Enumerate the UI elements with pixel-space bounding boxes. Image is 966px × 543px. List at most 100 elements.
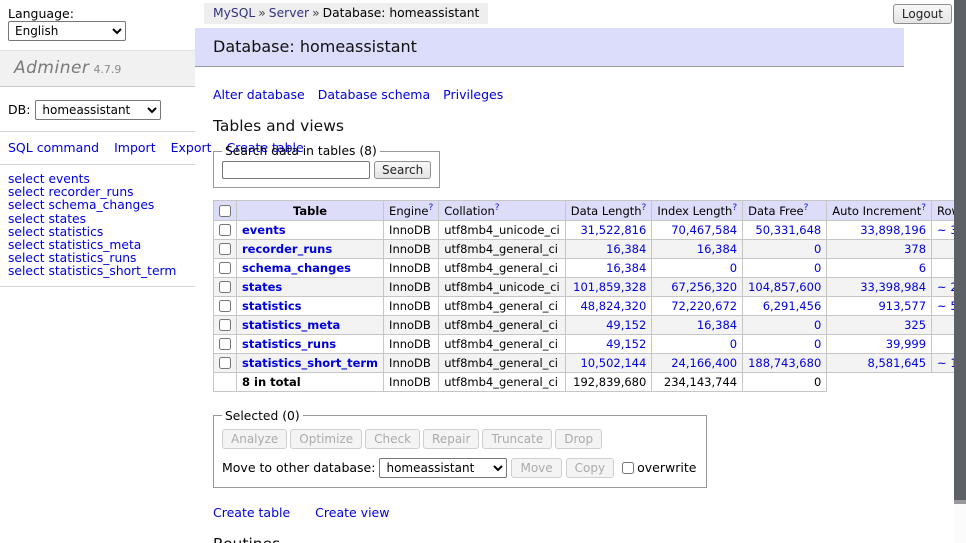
auto-increment-link[interactable]: 913,577	[878, 299, 926, 313]
table-name-link[interactable]: statistics	[242, 299, 302, 313]
sidebar-select-table-link[interactable]: select schema_changes	[8, 199, 195, 212]
index-length-link[interactable]: 16,384	[697, 318, 737, 332]
sidebar-action-link[interactable]: Import	[114, 140, 156, 155]
auto-increment-link[interactable]: 378	[904, 242, 926, 256]
table-name-link[interactable]: schema_changes	[242, 261, 351, 275]
data-free-link[interactable]: 0	[814, 318, 821, 332]
data-free-link[interactable]: 104,857,600	[748, 280, 821, 294]
search-button[interactable]: Search	[374, 161, 431, 179]
create-link[interactable]: Create view	[315, 505, 389, 520]
database-link[interactable]: Database schema	[318, 87, 430, 102]
column-header: Data Free?	[743, 201, 827, 221]
bulk-action-button[interactable]: Drop	[555, 429, 602, 449]
search-input[interactable]	[222, 161, 370, 179]
language-select[interactable]: English	[8, 21, 126, 41]
data-free-link[interactable]: 6,291,456	[763, 299, 822, 313]
total-data-free: 0	[743, 372, 827, 391]
data-length-link[interactable]: 101,859,328	[573, 280, 646, 294]
select-all-checkbox[interactable]	[219, 205, 231, 217]
auto-increment-link[interactable]: 39,999	[886, 337, 926, 351]
bulk-action-button[interactable]: Repair	[423, 429, 479, 449]
engine-cell: InnoDB	[384, 296, 439, 315]
data-free-link[interactable]: 0	[814, 337, 821, 351]
data-length-cell: 16,384	[565, 239, 652, 258]
table-name-link[interactable]: recorder_runs	[242, 242, 332, 256]
table-name-link[interactable]: statistics_short_term	[242, 356, 378, 370]
table-name-link[interactable]: statistics_runs	[242, 337, 336, 351]
auto-increment-link[interactable]: 325	[904, 318, 926, 332]
help-icon[interactable]: ?	[495, 203, 500, 213]
sidebar-action-link[interactable]: SQL command	[8, 140, 99, 155]
table-name-link[interactable]: states	[242, 280, 282, 294]
database-link[interactable]: Alter database	[213, 87, 305, 102]
bulk-action-button[interactable]: Analyze	[222, 429, 287, 449]
db-select[interactable]: homeassistant	[35, 100, 161, 120]
data-length-link[interactable]: 31,522,816	[580, 223, 646, 237]
breadcrumb-server-link[interactable]: Server	[269, 6, 309, 20]
table-name-link[interactable]: events	[242, 223, 286, 237]
breadcrumb-separator: »	[312, 6, 320, 20]
breadcrumb-mysql-link[interactable]: MySQL	[213, 6, 255, 20]
index-length-link[interactable]: 0	[730, 261, 737, 275]
auto-increment-link[interactable]: 33,898,196	[860, 223, 926, 237]
column-header: Table	[237, 201, 384, 221]
index-length-link[interactable]: 0	[730, 337, 737, 351]
row-checkbox[interactable]	[219, 243, 231, 255]
index-length-link[interactable]: 72,220,672	[671, 299, 737, 313]
index-length-link[interactable]: 24,166,400	[671, 356, 737, 370]
help-icon[interactable]: ?	[642, 203, 647, 213]
bulk-action-button[interactable]: Optimize	[290, 429, 362, 449]
help-icon[interactable]: ?	[732, 203, 737, 213]
data-length-link[interactable]: 49,152	[606, 318, 646, 332]
overwrite-checkbox[interactable]	[622, 462, 634, 474]
auto-increment-link[interactable]: 33,398,984	[860, 280, 926, 294]
row-checkbox[interactable]	[219, 357, 231, 369]
auto-increment-link[interactable]: 8,581,645	[868, 356, 927, 370]
index-length-link[interactable]: 67,256,320	[671, 280, 737, 294]
data-length-link[interactable]: 10,502,144	[580, 356, 646, 370]
index-length-link[interactable]: 70,467,584	[671, 223, 737, 237]
help-icon[interactable]: ?	[921, 203, 926, 213]
database-link[interactable]: Privileges	[443, 87, 503, 102]
data-free-cell: 0	[743, 239, 827, 258]
auto-increment-link[interactable]: 6	[919, 261, 926, 275]
data-free-link[interactable]: 0	[814, 242, 821, 256]
sidebar-select-table-link[interactable]: select states	[8, 213, 195, 226]
app-version[interactable]: 4.7.9	[93, 63, 121, 76]
logout-button[interactable]: Logout	[893, 4, 952, 24]
help-icon[interactable]: ?	[804, 203, 809, 213]
column-header: Index Length?	[652, 201, 743, 221]
data-length-link[interactable]: 49,152	[606, 337, 646, 351]
data-length-link[interactable]: 48,824,320	[580, 299, 646, 313]
data-free-link[interactable]: 188,743,680	[748, 356, 821, 370]
auto-increment-cell: 39,999	[827, 334, 932, 353]
create-link[interactable]: Create table	[213, 505, 290, 520]
row-checkbox[interactable]	[219, 300, 231, 312]
move-db-select[interactable]: homeassistant	[379, 458, 507, 478]
row-checkbox[interactable]	[219, 281, 231, 293]
app-name[interactable]: Adminer	[14, 58, 89, 78]
collation-cell: utf8mb4_general_ci	[439, 334, 566, 353]
data-free-cell: 0	[743, 258, 827, 277]
collation-cell: utf8mb4_general_ci	[439, 315, 566, 334]
data-length-cell: 49,152	[565, 334, 652, 353]
data-free-link[interactable]: 0	[814, 261, 821, 275]
row-checkbox[interactable]	[219, 224, 231, 236]
bulk-action-button[interactable]: Check	[365, 429, 420, 449]
row-checkbox[interactable]	[219, 338, 231, 350]
vertical-scrollbar[interactable]	[954, 0, 966, 543]
table-row: recorder_runs InnoDB utf8mb4_general_ci …	[214, 239, 966, 258]
data-length-link[interactable]: 16,384	[606, 261, 646, 275]
help-icon[interactable]: ?	[428, 203, 433, 213]
table-name-link[interactable]: statistics_meta	[242, 318, 340, 332]
index-length-link[interactable]: 16,384	[697, 242, 737, 256]
move-button[interactable]: Move	[511, 458, 561, 478]
data-length-link[interactable]: 16,384	[606, 242, 646, 256]
row-checkbox[interactable]	[219, 319, 231, 331]
data-free-link[interactable]: 50,331,648	[755, 223, 821, 237]
sidebar-select-table-link[interactable]: select statistics_short_term	[8, 265, 195, 278]
copy-button[interactable]: Copy	[566, 458, 614, 478]
scrollbar-thumb[interactable]	[954, 0, 966, 504]
bulk-action-button[interactable]: Truncate	[482, 429, 552, 449]
row-checkbox[interactable]	[219, 262, 231, 274]
